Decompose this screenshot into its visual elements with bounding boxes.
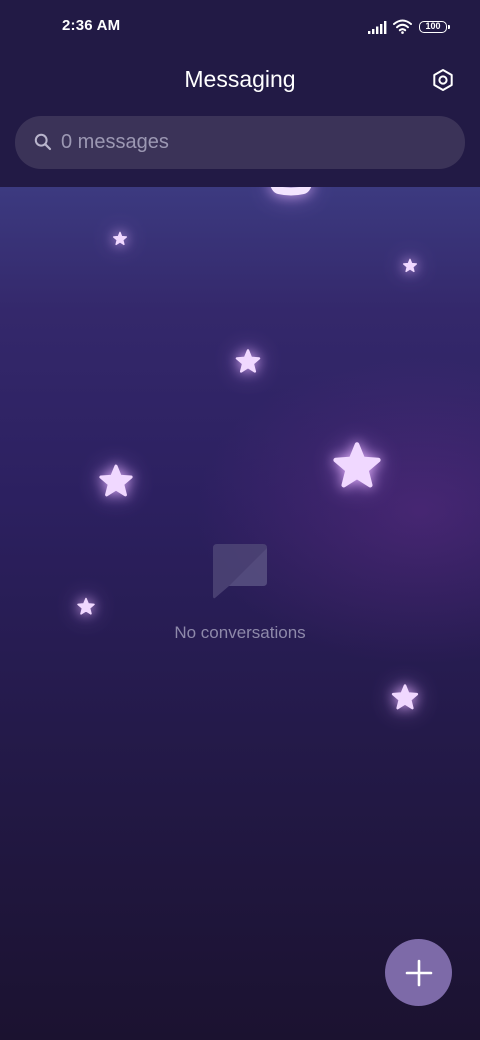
empty-state-label: No conversations — [174, 623, 306, 642]
star-decoration — [113, 231, 127, 246]
gear-icon — [433, 69, 453, 91]
status-bar: 2:36 AM 100 — [0, 0, 480, 56]
search-input[interactable] — [61, 116, 441, 169]
status-time: 2:36 AM — [62, 17, 121, 34]
page-title: Messaging — [184, 66, 296, 92]
star-decoration — [77, 597, 95, 615]
star-decoration — [333, 442, 381, 488]
star-decoration — [235, 349, 261, 373]
settings-button[interactable] — [429, 66, 457, 94]
cellular-signal-icon — [368, 21, 387, 34]
wifi-icon — [393, 19, 412, 34]
plus-icon — [405, 959, 432, 986]
search-icon — [34, 133, 52, 151]
battery-indicator: 100 — [419, 21, 447, 33]
chat-bubble-icon — [213, 544, 267, 599]
star-decoration — [391, 684, 419, 710]
new-conversation-button[interactable] — [385, 939, 452, 1006]
star-decoration — [403, 258, 417, 273]
search-bar[interactable] — [15, 116, 465, 169]
battery-tip — [448, 25, 450, 29]
app-header: 2:36 AM 100 Messaging — [0, 0, 480, 187]
star-decoration — [99, 464, 133, 497]
